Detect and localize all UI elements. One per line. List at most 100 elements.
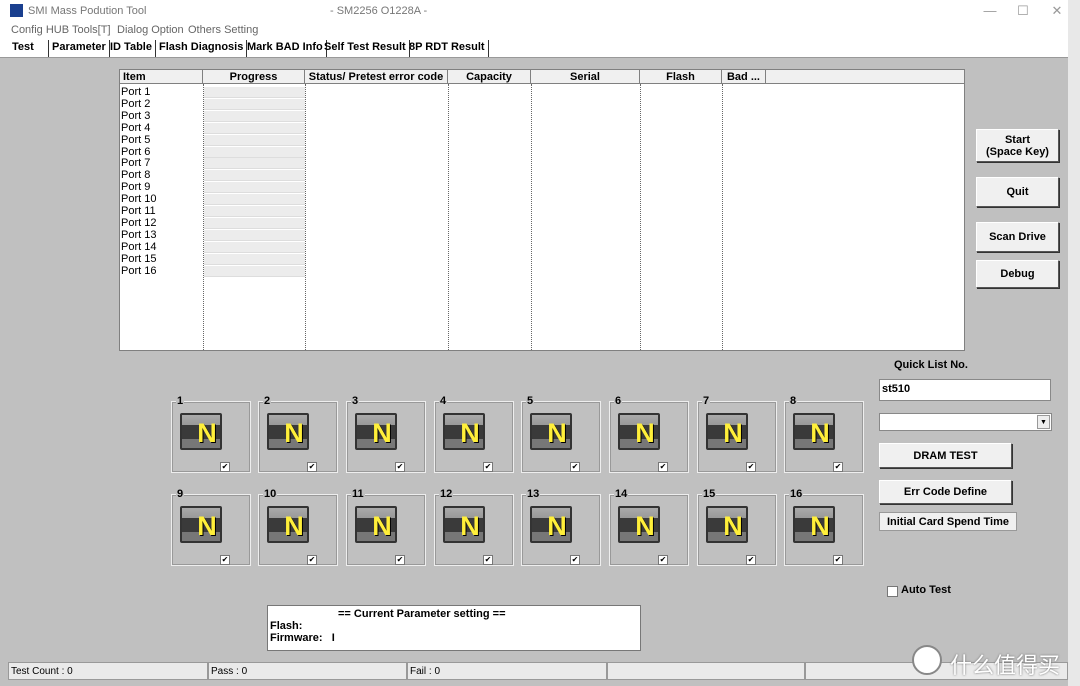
port-status-icon[interactable]: N: [355, 413, 397, 450]
err-code-define-button[interactable]: Err Code Define: [879, 480, 1012, 504]
port-box: 7 N ✔: [697, 395, 777, 473]
app-logo-icon: [10, 4, 23, 17]
port-enable-checkbox[interactable]: ✔: [483, 462, 493, 472]
table-row-item[interactable]: Port 14: [121, 241, 156, 253]
port-status-icon[interactable]: N: [443, 506, 485, 543]
chevron-down-icon[interactable]: ▼: [1037, 415, 1050, 429]
port-number: 16: [789, 488, 804, 500]
close-icon[interactable]: ✕: [1042, 3, 1072, 19]
table-row-item[interactable]: Port 13: [121, 229, 156, 241]
scan-drive-button[interactable]: Scan Drive: [976, 222, 1059, 252]
tab-self-test-result[interactable]: Self Test Result: [321, 40, 410, 57]
port-enable-checkbox[interactable]: ✔: [570, 555, 580, 565]
port-status-icon[interactable]: N: [355, 506, 397, 543]
table-row-item[interactable]: Port 1: [121, 86, 150, 98]
table-row-item[interactable]: Port 9: [121, 181, 150, 193]
port-status-icon[interactable]: N: [793, 413, 835, 450]
port-enable-checkbox[interactable]: ✔: [746, 462, 756, 472]
port-status-icon[interactable]: N: [267, 413, 309, 450]
watermark-text: 什么值得买: [950, 653, 1061, 678]
table-row-item[interactable]: Port 2: [121, 98, 150, 110]
column-header[interactable]: Capacity: [448, 70, 531, 84]
progress-bar: [204, 110, 305, 122]
port-status-icon[interactable]: N: [530, 506, 572, 543]
quick-list-input[interactable]: st510: [879, 379, 1051, 401]
quit-button[interactable]: Quit: [976, 177, 1059, 207]
port-enable-checkbox[interactable]: ✔: [658, 555, 668, 565]
port-enable-checkbox[interactable]: ✔: [307, 555, 317, 565]
column-header[interactable]: Status/ Pretest error code: [305, 70, 448, 84]
port-enable-checkbox[interactable]: ✔: [220, 462, 230, 472]
port-enable-checkbox[interactable]: ✔: [307, 462, 317, 472]
progress-bar: [204, 98, 305, 110]
port-status-icon[interactable]: N: [267, 506, 309, 543]
port-enable-checkbox[interactable]: ✔: [395, 462, 405, 472]
progress-bar: [204, 265, 305, 277]
table-row-item[interactable]: Port 6: [121, 146, 150, 158]
menu-tools[interactable]: Tools[T]: [72, 24, 111, 36]
port-status-icon[interactable]: N: [530, 413, 572, 450]
table-row-item[interactable]: Port 4: [121, 122, 150, 134]
tab-flash-diagnosis[interactable]: Flash Diagnosis: [156, 40, 248, 57]
tab-parameter[interactable]: Parameter: [49, 40, 110, 57]
port-number: 14: [614, 488, 629, 500]
progress-bar: [204, 158, 305, 170]
tab-test[interactable]: Test: [9, 40, 49, 57]
table-row-item[interactable]: Port 10: [121, 193, 156, 205]
menu-dialog-option[interactable]: Dialog Option: [117, 24, 184, 36]
port-box: 9 N ✔: [171, 488, 251, 566]
start-button[interactable]: Start (Space Key): [976, 129, 1059, 162]
port-enable-checkbox[interactable]: ✔: [833, 555, 843, 565]
table-row-item[interactable]: Port 16: [121, 265, 156, 277]
minimize-icon[interactable]: —: [975, 3, 1005, 18]
table-row-item[interactable]: Port 3: [121, 110, 150, 122]
port-status-icon[interactable]: N: [443, 413, 485, 450]
port-enable-checkbox[interactable]: ✔: [570, 462, 580, 472]
maximize-icon[interactable]: ☐: [1008, 3, 1038, 19]
tab-8p-rdt-result[interactable]: 8P RDT Result: [406, 40, 489, 57]
port-number: 3: [351, 395, 360, 407]
tab-id-table[interactable]: ID Table: [107, 40, 156, 57]
port-enable-checkbox[interactable]: ✔: [220, 555, 230, 565]
table-row-item[interactable]: Port 15: [121, 253, 156, 265]
table-row-item[interactable]: Port 5: [121, 134, 150, 146]
port-number: 6: [614, 395, 623, 407]
auto-test-label: Auto Test: [901, 584, 951, 596]
column-header[interactable]: Serial: [531, 70, 640, 84]
progress-bar: [204, 241, 305, 253]
table-row-item[interactable]: Port 8: [121, 169, 150, 181]
port-enable-checkbox[interactable]: ✔: [658, 462, 668, 472]
debug-button[interactable]: Debug: [976, 260, 1059, 288]
column-header[interactable]: Progress: [203, 70, 305, 84]
port-status-icon[interactable]: N: [706, 506, 748, 543]
auto-test-checkbox[interactable]: [887, 586, 898, 597]
column-header[interactable]: Item: [120, 70, 203, 84]
parameter-heading: == Current Parameter setting ==: [338, 608, 506, 620]
start-label: Start: [1004, 133, 1031, 146]
table-row-item[interactable]: Port 11: [121, 205, 156, 217]
port-enable-checkbox[interactable]: ✔: [833, 462, 843, 472]
table-row-item[interactable]: Port 12: [121, 217, 156, 229]
column-header[interactable]: Bad ...: [722, 70, 766, 84]
menu-config-hub[interactable]: Config HUB: [11, 24, 69, 36]
port-status-icon[interactable]: N: [793, 506, 835, 543]
tab-mark-bad-info[interactable]: Mark BAD Info: [244, 40, 327, 57]
port-enable-checkbox[interactable]: ✔: [395, 555, 405, 565]
port-status-icon[interactable]: N: [618, 413, 660, 450]
menu-others-setting[interactable]: Others Setting: [188, 24, 258, 36]
quick-list-dropdown[interactable]: ▼: [879, 413, 1052, 431]
watermark-logo: [912, 645, 942, 675]
port-status-icon[interactable]: N: [180, 413, 222, 450]
port-enable-checkbox[interactable]: ✔: [746, 555, 756, 565]
port-enable-checkbox[interactable]: ✔: [483, 555, 493, 565]
initial-card-spend-time-button[interactable]: Initial Card Spend Time: [879, 512, 1017, 531]
port-status-icon[interactable]: N: [618, 506, 660, 543]
port-status-icon[interactable]: N: [180, 506, 222, 543]
table-row-item[interactable]: Port 7: [121, 157, 150, 169]
port-status-icon[interactable]: N: [706, 413, 748, 450]
port-number: 4: [439, 395, 448, 407]
dram-test-button[interactable]: DRAM TEST: [879, 443, 1012, 468]
port-box: 4 N ✔: [434, 395, 514, 473]
column-header[interactable]: Flash: [640, 70, 722, 84]
progress-bar: [204, 146, 305, 158]
